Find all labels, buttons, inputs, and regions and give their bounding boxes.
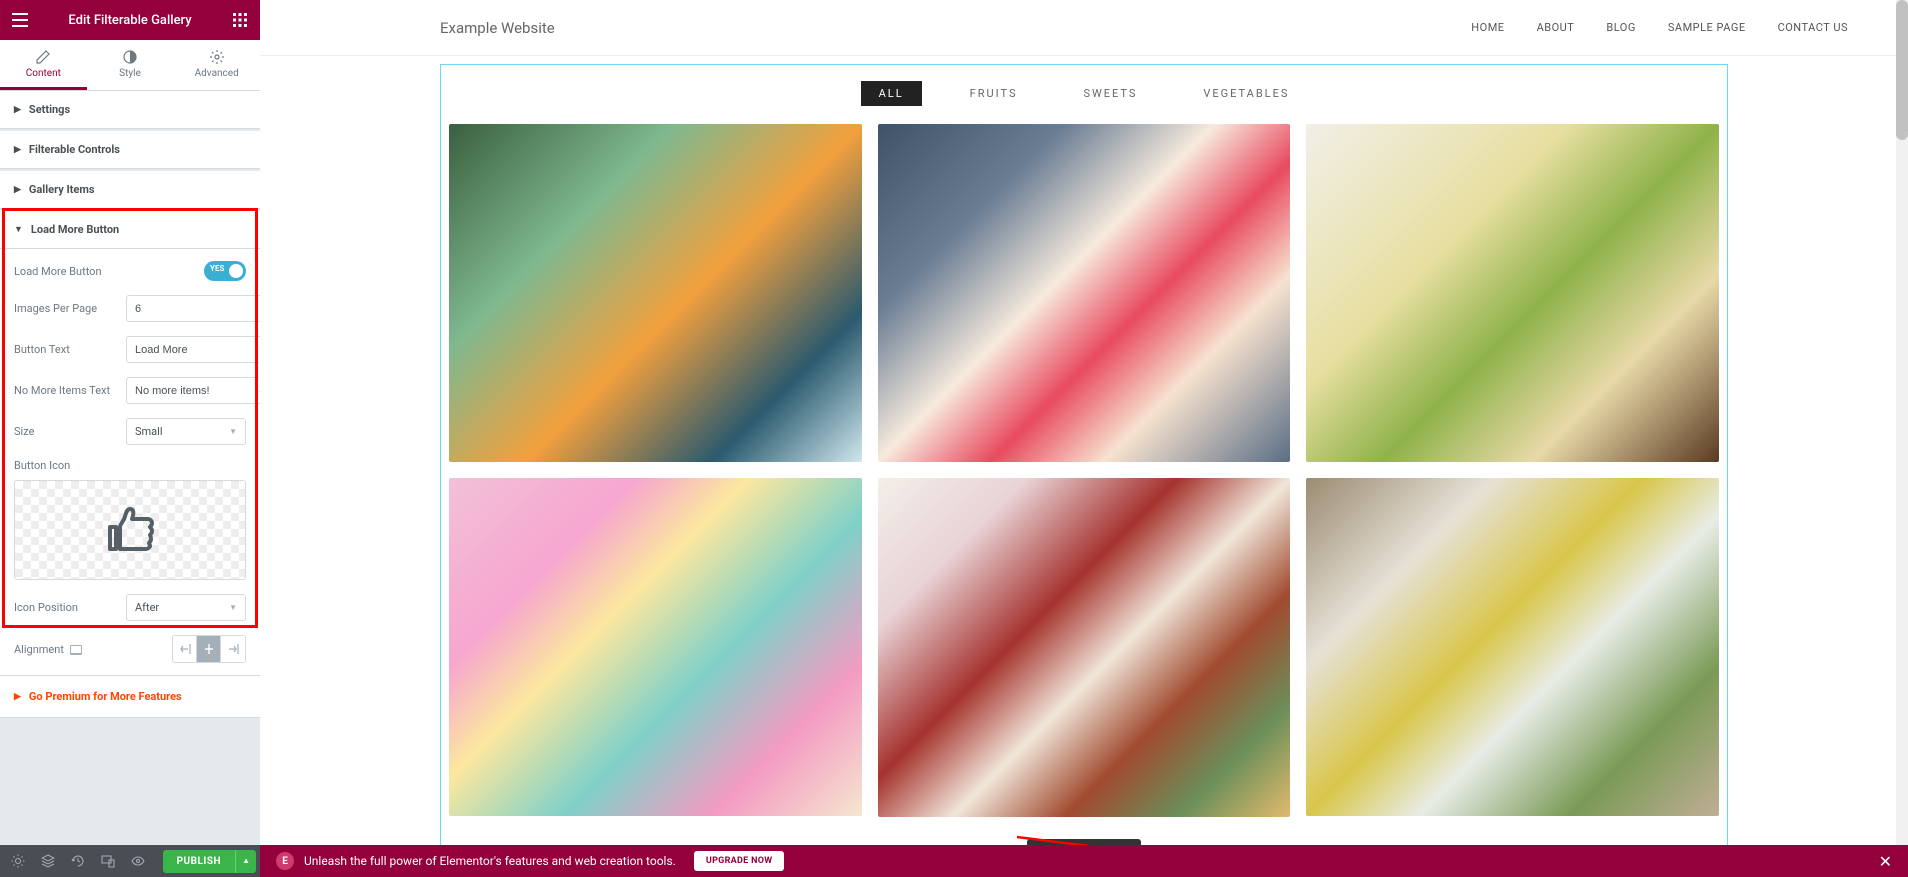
- chevron-right-icon: ▶: [14, 145, 21, 155]
- label-icon-position: Icon Position: [14, 601, 126, 614]
- nav-home[interactable]: HOME: [1471, 21, 1504, 34]
- style-icon: [123, 50, 137, 64]
- settings-button[interactable]: [4, 847, 32, 875]
- thumbs-up-icon: [102, 505, 158, 555]
- publish-options-button[interactable]: ▲: [235, 850, 256, 873]
- gallery-item[interactable]: [878, 124, 1291, 462]
- align-right-button[interactable]: [221, 636, 245, 662]
- tab-advanced[interactable]: Advanced: [173, 40, 260, 90]
- gallery-item[interactable]: [878, 478, 1291, 816]
- nav-about[interactable]: ABOUT: [1537, 21, 1575, 34]
- align-left-button[interactable]: [173, 636, 197, 662]
- chevron-down-icon: ▼: [14, 224, 23, 235]
- layers-icon: [41, 854, 55, 868]
- input-images-per-page[interactable]: [126, 295, 260, 322]
- caret-down-icon: ▼: [229, 427, 237, 436]
- menu-button[interactable]: [8, 8, 32, 32]
- gallery-item[interactable]: [1306, 478, 1719, 816]
- filter-vegetables[interactable]: VEGETABLES: [1185, 81, 1307, 106]
- tab-style[interactable]: Style: [87, 40, 174, 90]
- history-button[interactable]: [64, 847, 92, 875]
- label-size: Size: [14, 425, 126, 438]
- upgrade-button[interactable]: UPGRADE NOW: [694, 851, 785, 871]
- section-settings[interactable]: ▶Settings: [0, 91, 260, 129]
- label-load-more-button: Load More Button: [14, 265, 204, 278]
- responsive-button[interactable]: [94, 847, 122, 875]
- label-button-icon: Button Icon: [14, 459, 246, 472]
- gear-icon: [11, 854, 25, 868]
- tab-content[interactable]: Content: [0, 40, 87, 90]
- caret-down-icon: ▼: [229, 603, 237, 612]
- chevron-right-icon: ▶: [14, 105, 21, 115]
- widgets-button[interactable]: [228, 8, 252, 32]
- responsive-icon: [101, 854, 115, 868]
- gallery-item[interactable]: [449, 478, 862, 816]
- chevron-right-icon: ▶: [14, 185, 21, 195]
- section-filterable-controls[interactable]: ▶Filterable Controls: [0, 131, 260, 169]
- preview-button[interactable]: [124, 847, 152, 875]
- input-button-text[interactable]: [126, 336, 260, 363]
- desktop-icon: [70, 645, 82, 655]
- nav-blog[interactable]: BLOG: [1606, 21, 1636, 34]
- preview-scrollbar[interactable]: [1896, 0, 1908, 845]
- section-go-premium[interactable]: ▶Go Premium for More Features: [0, 676, 260, 718]
- history-icon: [71, 854, 85, 868]
- label-button-text: Button Text: [14, 343, 126, 356]
- select-size[interactable]: Small▼: [126, 418, 246, 445]
- banner-text: Unleash the full power of Elementor's fe…: [304, 854, 676, 868]
- close-banner-button[interactable]: ✕: [1879, 852, 1892, 871]
- filter-sweets[interactable]: SWEETS: [1065, 81, 1155, 106]
- toggle-load-more[interactable]: YES: [204, 261, 246, 281]
- pencil-icon: [36, 50, 50, 64]
- button-icon-picker[interactable]: [14, 480, 246, 580]
- filter-fruits[interactable]: FRUITS: [952, 81, 1036, 106]
- navigator-button[interactable]: [34, 847, 62, 875]
- panel-title: Edit Filterable Gallery: [32, 13, 228, 28]
- label-no-more-items: No More Items Text: [14, 384, 126, 397]
- site-title: Example Website: [440, 19, 555, 37]
- gear-icon: [210, 50, 224, 64]
- gallery-item[interactable]: [1306, 124, 1719, 462]
- select-icon-position[interactable]: After▼: [126, 594, 246, 621]
- label-alignment: Alignment: [14, 643, 172, 656]
- section-load-more[interactable]: ▼Load More Button: [0, 211, 260, 249]
- nav-contact-us[interactable]: CONTACT US: [1778, 21, 1848, 34]
- label-images-per-page: Images Per Page: [14, 302, 126, 315]
- eye-icon: [131, 854, 145, 868]
- gallery-item[interactable]: [449, 124, 862, 462]
- elementor-badge-icon: E: [276, 852, 294, 870]
- publish-button[interactable]: PUBLISH: [163, 850, 235, 873]
- gallery-widget[interactable]: ALL FRUITS SWEETS VEGETABLES: [440, 64, 1728, 877]
- filter-all[interactable]: ALL: [861, 81, 922, 106]
- chevron-right-icon: ▶: [14, 692, 21, 702]
- align-center-button[interactable]: [197, 636, 221, 662]
- section-gallery-items[interactable]: ▶Gallery Items: [0, 171, 260, 209]
- nav-sample-page[interactable]: SAMPLE PAGE: [1668, 21, 1746, 34]
- input-no-more-items[interactable]: [126, 377, 260, 404]
